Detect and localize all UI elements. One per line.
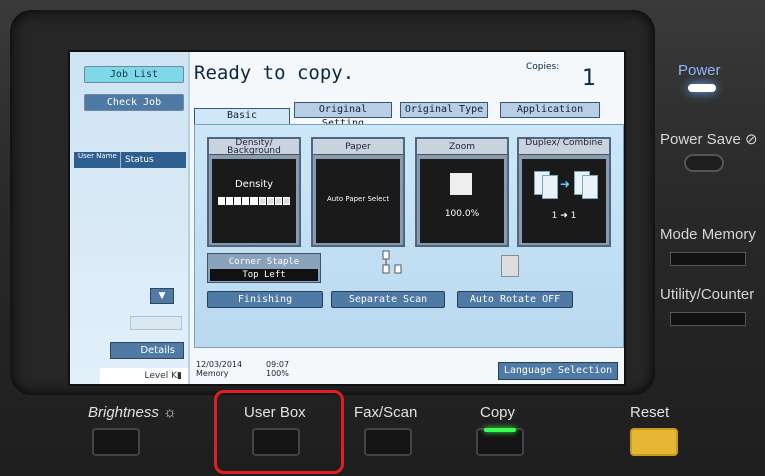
density-segment xyxy=(266,197,274,205)
duplex-value: 1 ➜ 1 xyxy=(551,211,577,221)
density-segment xyxy=(282,197,290,205)
status-column: Status xyxy=(120,152,154,168)
duplex-button[interactable]: Duplex/ Combine ➜ 1 ➜ 1 xyxy=(517,137,611,247)
tab-original-setting[interactable]: Original Setting xyxy=(294,102,392,129)
details-button[interactable]: Details xyxy=(110,342,184,359)
auto-rotate-icon xyxy=(501,255,519,277)
utility-counter-label: Utility/Counter xyxy=(660,286,755,303)
density-button[interactable]: Density/ Background Density xyxy=(207,137,301,247)
scroll-down-button[interactable]: ▼ xyxy=(150,288,174,304)
paper-button[interactable]: Paper Auto Paper Select xyxy=(311,137,405,247)
density-segment xyxy=(274,197,282,205)
brightness-button[interactable] xyxy=(92,428,140,456)
staple-line1: Corner Staple xyxy=(228,257,300,267)
separate-scan-button[interactable]: Separate Scan xyxy=(331,291,445,308)
power-label: Power xyxy=(678,62,721,79)
blank-button[interactable] xyxy=(130,316,182,330)
auto-rotate-button[interactable]: Auto Rotate OFF xyxy=(457,291,573,308)
separate-scan-icon xyxy=(382,250,402,274)
density-segment xyxy=(226,197,234,205)
copy-button[interactable] xyxy=(476,428,524,456)
copies-label: Copies: xyxy=(526,62,560,72)
language-selection-button[interactable]: Language Selection xyxy=(498,362,618,380)
date-memory: 12/03/2014 Memory xyxy=(196,360,242,378)
density-label: Density xyxy=(234,179,274,190)
duplex-title: Duplex/ Combine xyxy=(519,139,609,155)
tab-application[interactable]: Application xyxy=(500,102,600,118)
zoom-title: Zoom xyxy=(417,139,507,155)
duplex-pages-icon: ➜ xyxy=(530,169,600,199)
time-memory: 09:07 100% xyxy=(266,360,289,378)
staple-setting: Corner Staple Top Left xyxy=(207,253,321,283)
user-name-column: User Name xyxy=(78,152,117,160)
toner-icon: K▮ xyxy=(171,371,182,381)
tab-original-type[interactable]: Original Type xyxy=(400,102,488,118)
brightness-text: Brightness xyxy=(88,404,159,421)
zoom-button[interactable]: Zoom 100.0% xyxy=(415,137,509,247)
paper-title: Paper xyxy=(313,139,403,155)
fax-scan-button[interactable] xyxy=(364,428,412,456)
sun-icon: ☼ xyxy=(163,404,177,421)
basic-settings-area: Density/ Background Density Paper Auto P… xyxy=(194,124,624,348)
level-label: Level xyxy=(144,371,169,381)
power-save-text: Power Save xyxy=(660,131,741,148)
zoom-page-icon xyxy=(450,173,472,195)
zoom-value: 100.0% xyxy=(444,209,480,219)
paper-display: Auto Paper Select xyxy=(316,159,400,243)
copy-led-icon xyxy=(484,428,516,432)
duplex-display: ➜ 1 ➜ 1 xyxy=(522,159,606,243)
mode-memory-label: Mode Memory xyxy=(660,226,756,243)
finishing-button[interactable]: Finishing xyxy=(207,291,323,308)
power-save-label: Power Save ⊘ xyxy=(660,130,758,148)
job-list-header: User Name Status xyxy=(74,152,186,168)
memory-label: Memory xyxy=(196,369,229,378)
touch-screen: Job List Check Job User Name Status ▼ De… xyxy=(68,50,626,386)
paper-value: Auto Paper Select xyxy=(326,195,390,203)
memory-value: 100% xyxy=(266,369,289,378)
job-panel: Job List Check Job User Name Status ▼ De… xyxy=(70,52,190,384)
utility-counter-button[interactable] xyxy=(670,312,746,326)
user-box-highlight xyxy=(214,390,344,474)
date-text: 12/03/2014 xyxy=(196,360,243,369)
density-segment xyxy=(258,197,266,205)
copier-panel: Job List Check Job User Name Status ▼ De… xyxy=(0,0,765,476)
staple-line2: Top Left xyxy=(210,269,318,281)
brightness-label: Brightness ☼ xyxy=(88,404,177,421)
density-segment xyxy=(242,197,250,205)
power-led-button[interactable] xyxy=(688,84,716,92)
reset-label: Reset xyxy=(630,404,670,421)
density-segment xyxy=(234,197,242,205)
status-bar: 12/03/2014 Memory 09:07 100% Language Se… xyxy=(194,356,624,384)
reset-button[interactable] xyxy=(630,428,678,456)
density-title: Density/ Background xyxy=(209,139,299,156)
toner-level: Level K▮ xyxy=(100,368,188,384)
copies-value: 1 xyxy=(582,66,596,91)
copy-label: Copy xyxy=(480,404,516,421)
density-display: Density xyxy=(212,159,296,243)
density-segment xyxy=(250,197,258,205)
check-job-button[interactable]: Check Job xyxy=(84,94,184,111)
zoom-display: 100.0% xyxy=(420,159,504,243)
mode-memory-button[interactable] xyxy=(670,252,746,266)
density-level-bar xyxy=(218,197,290,205)
status-message: Ready to copy. xyxy=(194,62,355,84)
job-list-button[interactable]: Job List xyxy=(84,66,184,83)
fax-scan-label: Fax/Scan xyxy=(354,404,418,421)
power-save-button[interactable] xyxy=(684,154,724,172)
power-save-icon: ⊘ xyxy=(745,131,758,148)
time-text: 09:07 xyxy=(266,360,290,369)
density-segment xyxy=(218,197,226,205)
